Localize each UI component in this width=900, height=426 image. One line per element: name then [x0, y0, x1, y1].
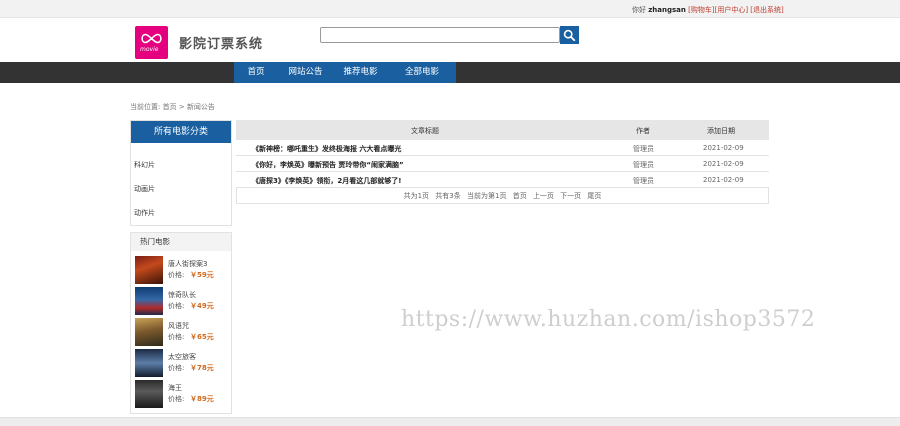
pager-next-link[interactable]: 下一页 — [560, 192, 581, 200]
breadcrumb-current: 新闻公告 — [186, 103, 215, 111]
hot-movie-item[interactable]: 太空旅客 价格: ￥78元 — [135, 349, 230, 377]
price-label: 价格: — [168, 271, 185, 279]
user-links: 你好 zhangsan [购物车][用户中心] [退出系统] — [632, 5, 784, 15]
search-icon — [563, 29, 576, 42]
table-row: 《你好，李焕英》曝新预告 贾玲带你“闹家满脑” 管理员 2021-02-09 — [236, 156, 769, 172]
category-item[interactable]: 动作片 — [134, 208, 155, 218]
article-date: 2021-02-09 — [703, 160, 744, 168]
main-nav: 首页 网站公告 推荐电影 全部电影 — [0, 62, 900, 83]
movie-name[interactable]: 唐人街探案3 — [168, 259, 207, 269]
article-title-link[interactable]: 《唐探3》《李焕英》领衔，2月看这几部就够了! — [252, 176, 401, 186]
article-date: 2021-02-09 — [703, 144, 744, 152]
price-label: 价格: — [168, 364, 185, 372]
price-label: 价格: — [168, 395, 185, 403]
pager-last-link[interactable]: 尾页 — [587, 192, 601, 200]
pagination: 共为1页 共有3条 当前为第1页 首页 上一页 下一页 尾页 — [236, 187, 769, 204]
article-author: 管理员 — [633, 145, 654, 153]
logo-text: movie — [140, 46, 159, 53]
site-logo[interactable]: movie — [135, 26, 168, 59]
nav-item-recommended[interactable]: 推荐电影 — [333, 62, 388, 83]
breadcrumb-separator: > — [178, 103, 185, 111]
site-title: 影院订票系统 — [179, 37, 264, 52]
hot-movie-item[interactable]: 唐人街探案3 价格: ￥59元 — [135, 256, 230, 284]
top-bar: 你好 zhangsan [购物车][用户中心] [退出系统] — [0, 0, 900, 18]
breadcrumb-home-link[interactable]: 首页 — [163, 103, 177, 111]
movie-poster-image[interactable] — [135, 349, 163, 377]
pager-total-items: 共有3条 — [435, 192, 461, 200]
movie-price: ￥65元 — [190, 333, 214, 341]
hot-movie-item[interactable]: 惊奇队长 价格: ￥49元 — [135, 287, 230, 315]
price-label: 价格: — [168, 302, 185, 310]
movie-price: ￥78元 — [190, 364, 214, 372]
greeting-text: 你好 — [632, 6, 646, 14]
movie-name[interactable]: 惊奇队长 — [168, 290, 196, 300]
pager-prev-link[interactable]: 上一页 — [533, 192, 554, 200]
hot-movies-title: 热门电影 — [131, 233, 231, 251]
footer — [0, 417, 900, 426]
column-date: 添加日期 — [707, 127, 735, 135]
article-title-link[interactable]: 《新神榜：哪吒重生》发终极海报 六大看点曝光 — [252, 144, 401, 154]
category-panel-title: 所有电影分类 — [131, 121, 231, 143]
article-table: 文章标题 作者 添加日期 《新神榜：哪吒重生》发终极海报 六大看点曝光 管理员 … — [236, 120, 769, 188]
movie-price: ￥49元 — [190, 302, 214, 310]
search-input[interactable] — [320, 27, 560, 43]
table-row: 《唐探3》《李焕英》领衔，2月看这几部就够了! 管理员 2021-02-09 — [236, 172, 769, 188]
movie-price: ￥89元 — [190, 395, 214, 403]
movie-name[interactable]: 海王 — [168, 383, 182, 393]
breadcrumb-prefix: 当前位置: — [130, 103, 161, 111]
movie-poster-image[interactable] — [135, 380, 163, 408]
logout-link[interactable]: [退出系统] — [750, 6, 783, 14]
pager-first-link[interactable]: 首页 — [513, 192, 527, 200]
username-text: zhangsan — [648, 6, 686, 14]
nav-menu: 首页 网站公告 推荐电影 全部电影 — [234, 62, 456, 83]
nav-item-announcements[interactable]: 网站公告 — [278, 62, 333, 83]
nav-item-all-movies[interactable]: 全部电影 — [388, 62, 456, 83]
price-label: 价格: — [168, 333, 185, 341]
movie-poster-image[interactable] — [135, 287, 163, 315]
movie-name[interactable]: 风语咒 — [168, 321, 189, 331]
pager-total-pages: 共为1页 — [403, 192, 430, 200]
article-author: 管理员 — [633, 177, 654, 185]
column-title: 文章标题 — [411, 127, 439, 135]
user-center-link[interactable]: [用户中心] — [715, 6, 748, 14]
movie-poster-image[interactable] — [135, 256, 163, 284]
breadcrumb: 当前位置: 首页 > 新闻公告 — [130, 102, 215, 112]
search-button[interactable] — [560, 26, 579, 44]
column-author: 作者 — [636, 127, 650, 135]
movie-price: ￥59元 — [190, 271, 214, 279]
category-item[interactable]: 科幻片 — [134, 160, 155, 170]
hot-movie-item[interactable]: 海王 价格: ￥89元 — [135, 380, 230, 408]
hot-movies-panel: 热门电影 唐人街探案3 价格: ￥59元 惊奇队长 价格: ￥49元 风语咒 价… — [130, 232, 232, 414]
watermark-text: https://www.huzhan.com/ishop3572 — [401, 307, 816, 332]
article-author: 管理员 — [633, 161, 654, 169]
table-header: 文章标题 作者 添加日期 — [236, 120, 769, 140]
infinity-logo-icon — [141, 33, 162, 44]
category-panel: 所有电影分类 科幻片 动画片 动作片 — [130, 120, 232, 226]
hot-movie-item[interactable]: 风语咒 价格: ￥65元 — [135, 318, 230, 346]
movie-name[interactable]: 太空旅客 — [168, 352, 196, 362]
pager-current: 当前为第1页 — [467, 192, 507, 200]
category-item[interactable]: 动画片 — [134, 184, 155, 194]
nav-item-home[interactable]: 首页 — [234, 62, 278, 83]
table-row: 《新神榜：哪吒重生》发终极海报 六大看点曝光 管理员 2021-02-09 — [236, 140, 769, 156]
article-date: 2021-02-09 — [703, 176, 744, 184]
article-title-link[interactable]: 《你好，李焕英》曝新预告 贾玲带你“闹家满脑” — [252, 160, 404, 170]
cart-link[interactable]: [购物车] — [688, 6, 714, 14]
movie-poster-image[interactable] — [135, 318, 163, 346]
